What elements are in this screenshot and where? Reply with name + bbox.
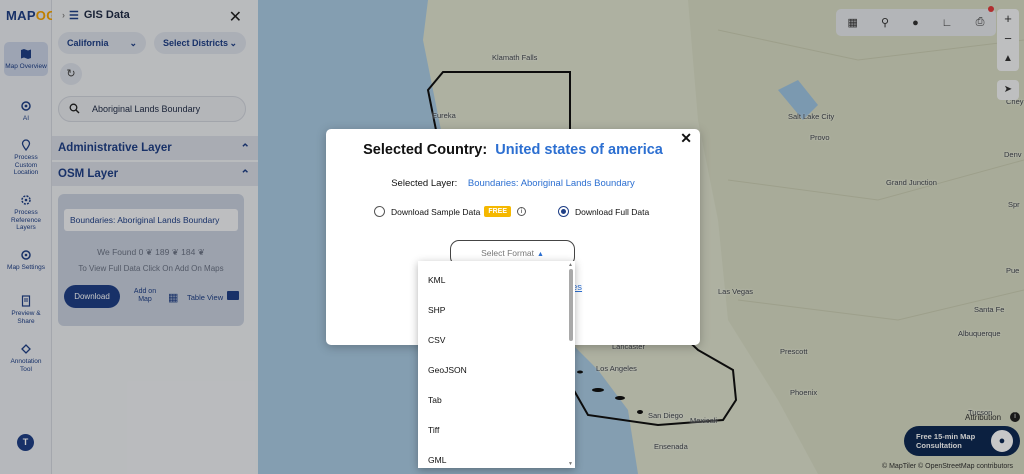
format-option-kml[interactable]: KML [418,265,575,295]
full-data-label: Download Full Data [575,206,650,217]
layer-label: Selected Layer: [391,178,458,189]
selected-layer-row: Selected Layer: Boundaries: Aboriginal L… [326,178,700,189]
format-option-tiff[interactable]: Tiff [418,415,575,445]
layer-value: Boundaries: Aboriginal Lands Boundary [467,178,635,189]
free-badge: FREE [484,206,511,217]
format-option-gml[interactable]: GML [418,445,575,468]
format-option-csv[interactable]: CSV [418,325,575,355]
format-placeholder: Select Format [481,248,534,258]
format-option-tab[interactable]: Tab [418,385,575,415]
caret-up-icon: ▲ [536,251,544,258]
scroll-down-arrow[interactable]: ▼ [568,461,573,467]
full-data-radio[interactable] [558,206,569,217]
info-icon[interactable]: i [516,207,526,216]
full-data-option[interactable]: Download Full Data [558,206,649,217]
modal-title-prefix: Selected Country: [363,142,488,158]
modal-title: Selected Country: United states of ameri… [326,142,700,158]
sample-radio[interactable] [374,206,385,217]
dropdown-scrollbar[interactable] [569,269,573,341]
scroll-up-arrow[interactable]: ▲ [568,262,573,268]
format-option-shp[interactable]: SHP [418,295,575,325]
format-dropdown: KML SHP CSV GeoJSON Tab Tiff GML ▲ ▼ [418,261,575,468]
sample-data-option[interactable]: Download Sample Data FREE i [374,206,526,217]
sample-label: Download Sample Data [391,206,481,217]
format-option-geojson[interactable]: GeoJSON [418,355,575,385]
selected-country: United states of america [495,142,663,158]
